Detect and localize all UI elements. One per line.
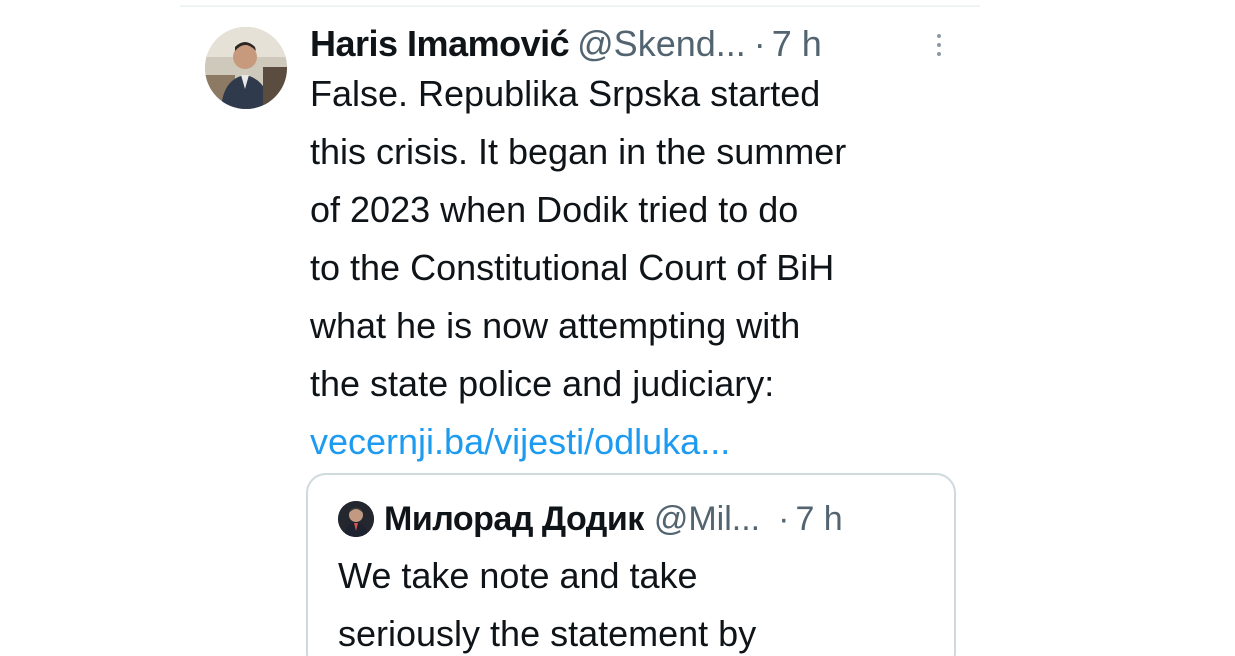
tweet-header: Haris Imamović @Skend... · 7 h	[310, 18, 822, 70]
quoted-header-separator: ·	[778, 500, 790, 538]
person-photo-icon	[205, 27, 287, 109]
quoted-tweet-header: Милорад Додик @Mil... · 7 h	[338, 495, 843, 543]
quoted-tweet-card[interactable]: Милорад Додик @Mil... · 7 h We take note…	[306, 473, 956, 656]
author-name[interactable]: Haris Imamović	[310, 18, 570, 70]
tweet-link[interactable]: vecernji.ba/vijesti/odluka...	[310, 421, 730, 462]
person-photo-icon	[338, 501, 374, 537]
tweet-text-line: what he is now attempting with	[310, 305, 801, 346]
header-separator: ·	[753, 23, 766, 64]
quoted-author-handle: @Mil...	[653, 500, 761, 538]
tweet-text-line: to the Constitutional Court of BiH	[310, 247, 835, 288]
quoted-text-line: seriously the statement by	[338, 613, 757, 654]
quoted-author-name: Милорад Додик	[384, 500, 644, 538]
author-avatar[interactable]	[205, 27, 287, 109]
tweet-text-line: the state police and judiciary:	[310, 363, 775, 404]
more-options-icon[interactable]	[932, 34, 946, 64]
quoted-text-line: We take note and take	[338, 555, 698, 596]
tweet-link-line: vecernji.ba/vijesti/odluka...	[310, 413, 970, 471]
top-divider	[180, 5, 980, 7]
tweet-text: False. Republika Srpska started this cri…	[310, 65, 970, 471]
author-handle[interactable]: @Skend...	[577, 18, 746, 70]
tweet-timestamp[interactable]: 7 h	[772, 18, 822, 70]
quoted-author-avatar	[338, 501, 374, 537]
tweet-text-line: this crisis. It began in the summer	[310, 131, 847, 172]
tweet-text-line: False. Republika Srpska started	[310, 73, 821, 114]
quoted-tweet-text: We take note and take seriously the stat…	[338, 547, 938, 656]
tweet-screenshot: Haris Imamović @Skend... · 7 h False. Re…	[0, 0, 1235, 656]
tweet-text-line: of 2023 when Dodik tried to do	[310, 189, 799, 230]
quoted-tweet-timestamp: 7 h	[795, 500, 843, 538]
